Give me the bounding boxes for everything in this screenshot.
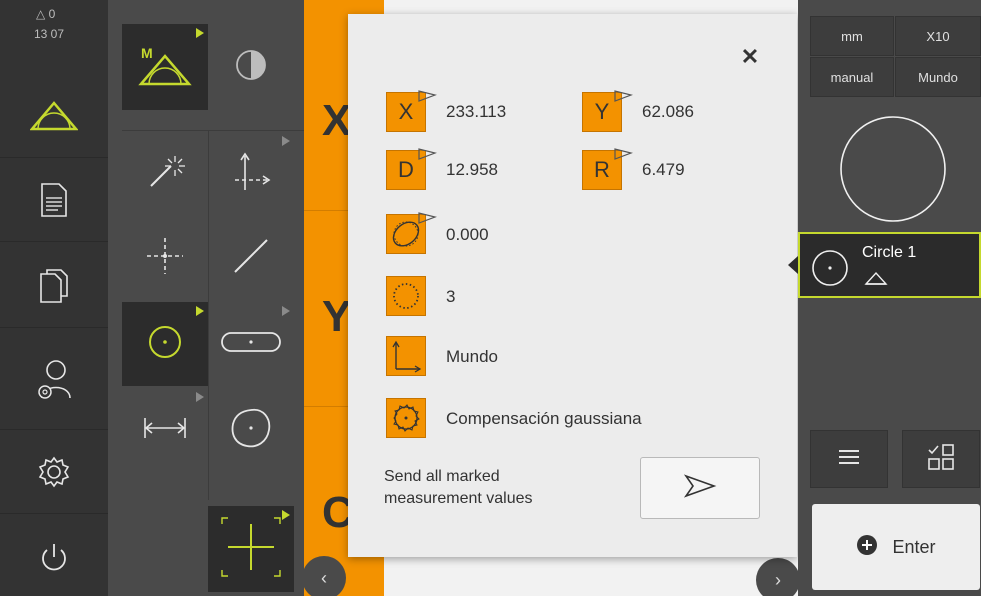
number-of-points-value: 3 (446, 287, 456, 306)
send-flag-icon (417, 83, 438, 109)
settings-icon (37, 455, 71, 489)
submenu-indicator-icon (282, 510, 290, 520)
svg-text:M: M (141, 45, 153, 61)
chevron-left-icon: ‹ (321, 567, 327, 588)
submenu-indicator-icon (196, 28, 204, 38)
protocol-icon (40, 182, 68, 218)
chevron-right-icon: › (775, 569, 781, 590)
power-icon (38, 541, 70, 575)
manual-measure-icon: M (135, 40, 195, 95)
menu-icon (837, 447, 861, 472)
send-flag-icon (417, 141, 438, 167)
contrast-icon (234, 48, 268, 87)
coordinate-system-value[interactable]: Mundo (446, 347, 498, 367)
axis-label-x: X (322, 96, 352, 145)
send-icon (683, 473, 717, 504)
menu-settings[interactable] (0, 430, 108, 514)
reference-button[interactable]: Mundo (895, 57, 981, 97)
feature-details-dialog: ✕ X 233.113 Y 62.086 D 12.958 R 6.479 0.… (348, 14, 797, 557)
axis-label-y: Y (322, 292, 352, 341)
tool-distance[interactable] (122, 388, 208, 472)
point-icon (143, 234, 187, 283)
line-icon (229, 234, 273, 283)
tool-slot[interactable] (208, 302, 294, 386)
send-flag-icon (417, 205, 438, 231)
measure-tool-icon (864, 270, 888, 291)
coordinate-system-select-icon[interactable] (386, 336, 426, 376)
fitting-algorithm-icon[interactable] (386, 398, 426, 438)
menu-measure[interactable] (0, 72, 108, 158)
number-of-points-icon (386, 276, 426, 316)
tool-blob[interactable] (208, 388, 294, 472)
measure-mode-button[interactable]: M (122, 24, 208, 110)
crosshair-icon (218, 514, 284, 585)
send-flag-icon (613, 141, 634, 167)
send-flag-icon (613, 83, 634, 109)
selection-pointer (788, 256, 798, 274)
file-management-icon (39, 268, 69, 304)
tool-circle[interactable] (122, 302, 208, 386)
list-menu-button[interactable] (810, 430, 888, 488)
feature-list-item[interactable]: Circle 1 (798, 232, 981, 298)
tool-palette: M (108, 0, 304, 596)
y-coordinate-icon[interactable]: Y (582, 90, 634, 132)
circle-icon (143, 320, 187, 369)
slot-icon (219, 328, 283, 361)
diameter-icon[interactable]: D (386, 148, 438, 190)
radius-value: 6.479 (642, 160, 685, 179)
mode-button[interactable]: manual (810, 57, 894, 97)
enter-button[interactable]: Enter (812, 504, 980, 590)
feature-selection-button[interactable] (902, 430, 980, 488)
measure-icon (30, 97, 78, 133)
coordinate-system-icon (231, 150, 271, 199)
measure-magic-icon (145, 152, 185, 197)
enter-label: Enter (892, 536, 936, 557)
form-error-icon[interactable] (386, 212, 438, 254)
feature-name: Circle 1 (862, 244, 917, 261)
y-value: 62.086 (642, 102, 694, 121)
menu-file-management[interactable] (0, 244, 108, 328)
diameter-value: 12.958 (446, 160, 498, 179)
unit-button[interactable]: mm (810, 16, 894, 56)
tool-point[interactable] (122, 216, 208, 300)
time-display: 13 07 (34, 27, 65, 41)
submenu-indicator-icon (282, 306, 290, 316)
add-circle-icon (856, 534, 878, 561)
crosshair-button[interactable] (208, 506, 294, 592)
expand-right-button[interactable]: › (756, 558, 800, 596)
submenu-indicator-icon (196, 306, 204, 316)
collapse-left-button[interactable]: ‹ (302, 556, 346, 596)
menu-user-login[interactable] (0, 330, 108, 430)
x-value: 233.113 (446, 102, 507, 121)
menu-measurement-report[interactable] (0, 158, 108, 242)
x-coordinate-icon[interactable]: X (386, 90, 438, 132)
tool-line[interactable] (208, 216, 294, 300)
form-error-value: 0.000 (446, 225, 489, 244)
main-menu: △ 0 13 07 (0, 0, 108, 596)
fitting-algorithm-value[interactable]: Compensación gaussiana (446, 409, 642, 429)
blob-icon (227, 404, 275, 457)
close-icon: ✕ (740, 44, 760, 69)
status-bar: △ 0 13 07 (0, 0, 108, 60)
feature-preview (838, 114, 948, 229)
distance-icon (141, 414, 189, 447)
zoom-button[interactable]: X10 (895, 16, 981, 56)
circle-preview-icon (838, 116, 948, 228)
submenu-indicator-icon (282, 136, 290, 146)
circle-icon (810, 248, 850, 293)
send-values-button[interactable] (640, 457, 760, 519)
tool-coordinate-system[interactable] (208, 132, 294, 216)
menu-switch-off[interactable] (0, 516, 108, 596)
radius-icon[interactable]: R (582, 148, 634, 190)
submenu-indicator-icon (196, 392, 204, 402)
tool-measure-magic[interactable] (122, 132, 208, 216)
error-count: △ 0 (36, 7, 56, 21)
close-button[interactable]: ✕ (737, 44, 763, 70)
user-login-icon (34, 358, 74, 402)
send-values-label: Send all marked measurement values (384, 468, 533, 507)
contrast-button[interactable] (208, 24, 294, 110)
select-features-icon (926, 442, 956, 477)
